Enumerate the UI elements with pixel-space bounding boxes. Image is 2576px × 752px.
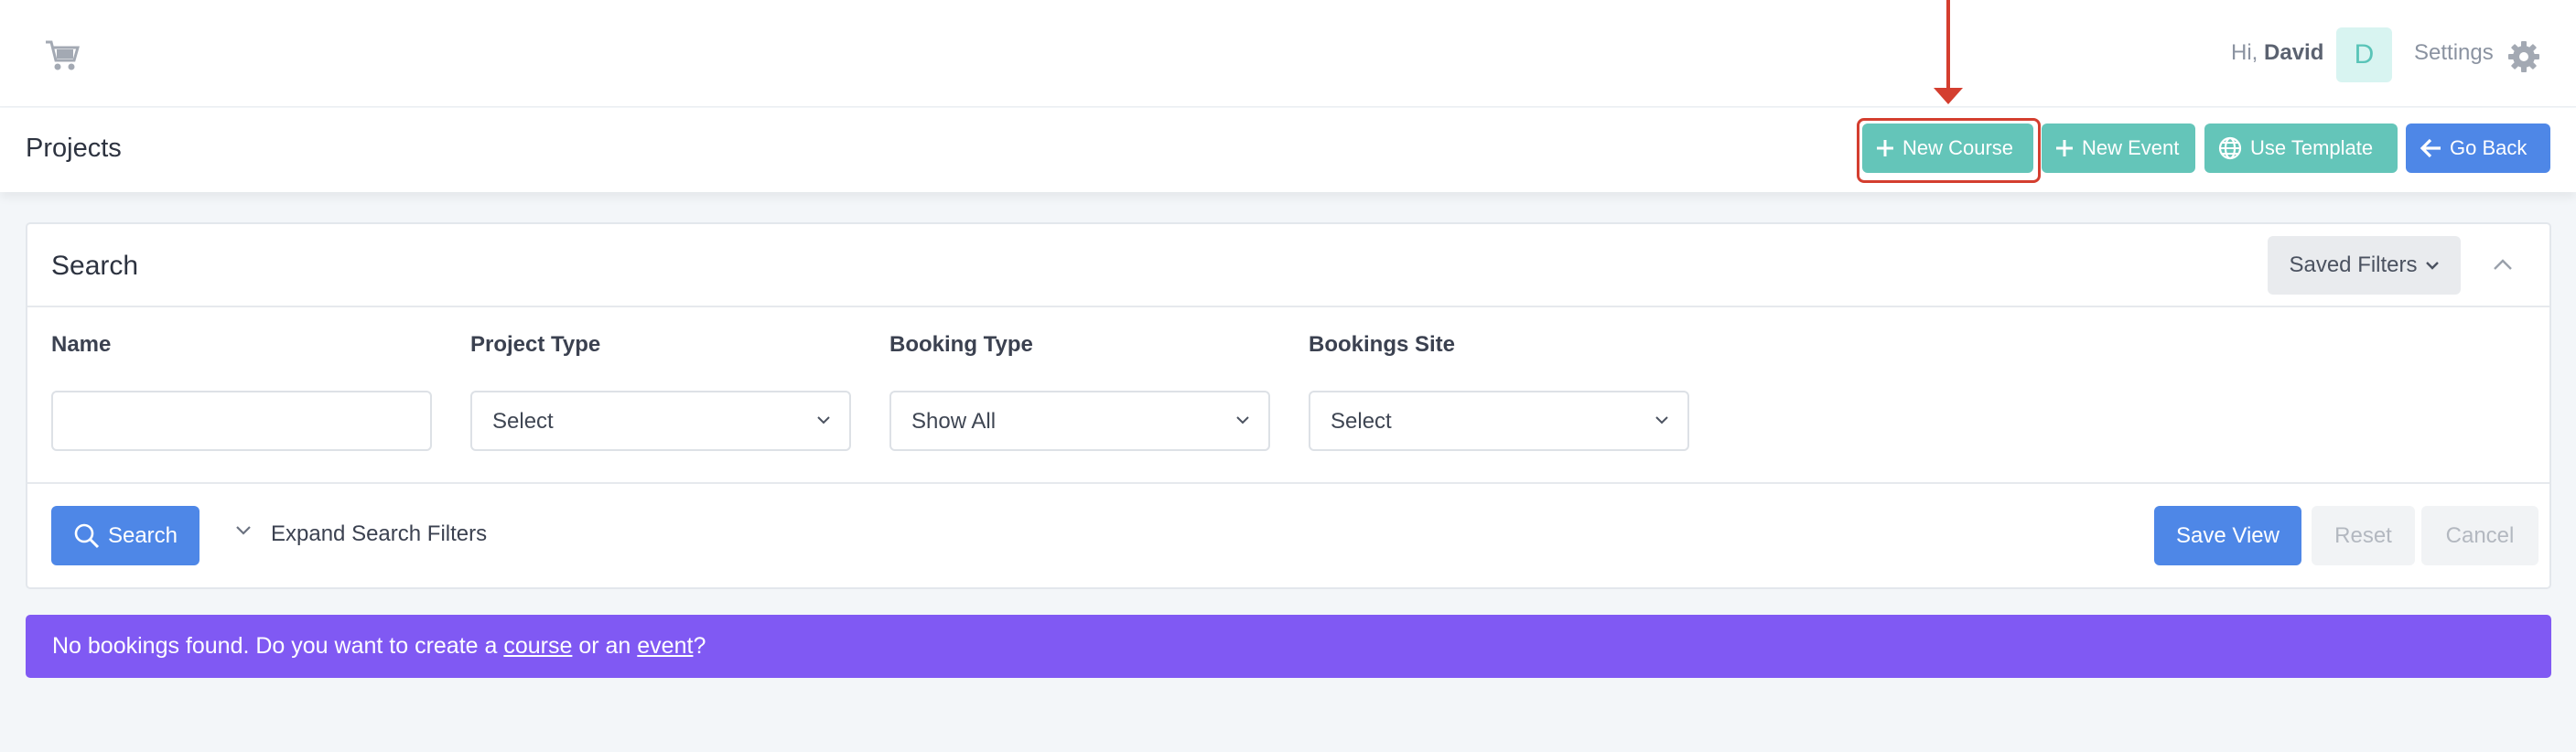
chevron-down-icon: [1655, 416, 1668, 424]
no-bookings-banner: No bookings found. Do you want to create…: [26, 615, 2551, 678]
reset-button[interactable]: Reset: [2312, 506, 2415, 565]
name-input[interactable]: [51, 391, 432, 451]
plus-icon: [2056, 140, 2073, 156]
annotation-arrow-head: [1934, 88, 1963, 104]
chevron-down-icon: [1236, 416, 1249, 424]
saved-filters-dropdown[interactable]: Saved Filters: [2268, 236, 2461, 295]
new-event-label: New Event: [2082, 136, 2180, 159]
use-template-button[interactable]: Use Template: [2204, 124, 2398, 173]
chevron-down-icon[interactable]: [234, 524, 253, 537]
chevron-down-icon: [817, 416, 830, 424]
bookings-site-value: Select: [1331, 409, 1392, 434]
avatar[interactable]: D: [2336, 27, 2392, 82]
use-template-label: Use Template: [2250, 136, 2374, 159]
booking-type-select[interactable]: Show All: [889, 391, 1270, 451]
arrow-left-icon: [2420, 138, 2441, 158]
new-event-button[interactable]: New Event: [2042, 124, 2195, 173]
bookings-site-select[interactable]: Select: [1309, 391, 1689, 451]
search-button[interactable]: Search: [51, 506, 199, 565]
user-greeting: Hi, David: [2231, 40, 2323, 66]
course-link[interactable]: course: [503, 633, 572, 660]
search-button-label: Search: [107, 522, 178, 548]
divider: [27, 482, 2549, 484]
gear-icon[interactable]: [2506, 38, 2542, 75]
chevron-up-icon[interactable]: [2489, 252, 2517, 279]
saved-filters-label: Saved Filters: [2289, 252, 2418, 277]
top-navbar: Hi, David D Settings: [0, 0, 2576, 107]
cancel-button[interactable]: Cancel: [2421, 506, 2538, 565]
project-type-select[interactable]: Select: [470, 391, 851, 451]
user-name: David: [2264, 40, 2324, 65]
event-link[interactable]: event: [637, 633, 693, 660]
settings-link[interactable]: Settings: [2414, 40, 2494, 66]
new-course-button[interactable]: New Course: [1862, 124, 2033, 173]
go-back-label: Go Back: [2450, 136, 2527, 159]
booking-type-label: Booking Type: [889, 332, 1033, 357]
booking-type-value: Show All: [911, 409, 997, 434]
plus-icon: [1877, 140, 1893, 156]
expand-search-filters[interactable]: Expand Search Filters: [271, 521, 487, 547]
cart-icon[interactable]: [44, 38, 81, 73]
new-course-label: New Course: [1902, 136, 2014, 159]
banner-text-before: No bookings found. Do you want to create…: [52, 633, 504, 659]
page-title: Projects: [26, 134, 122, 163]
save-view-button[interactable]: Save View: [2154, 506, 2301, 565]
go-back-button[interactable]: Go Back: [2406, 124, 2550, 173]
greeting-prefix: Hi,: [2231, 40, 2258, 65]
project-type-value: Select: [492, 409, 554, 434]
page-header: Projects New Course New Event Use Templa…: [0, 108, 2576, 192]
annotation-arrow-line: [1946, 0, 1950, 89]
bookings-site-label: Bookings Site: [1309, 332, 1456, 357]
search-icon: [74, 523, 100, 548]
project-type-label: Project Type: [470, 332, 601, 357]
search-panel: Search Saved Filters Name Project Type B…: [26, 222, 2551, 589]
globe-icon: [2218, 136, 2242, 160]
banner-text-middle: or an: [572, 633, 638, 659]
banner-text-after: ?: [693, 633, 706, 659]
name-label: Name: [51, 332, 112, 357]
chevron-down-icon: [2425, 262, 2439, 270]
divider: [27, 306, 2549, 307]
search-panel-title: Search: [51, 251, 139, 281]
